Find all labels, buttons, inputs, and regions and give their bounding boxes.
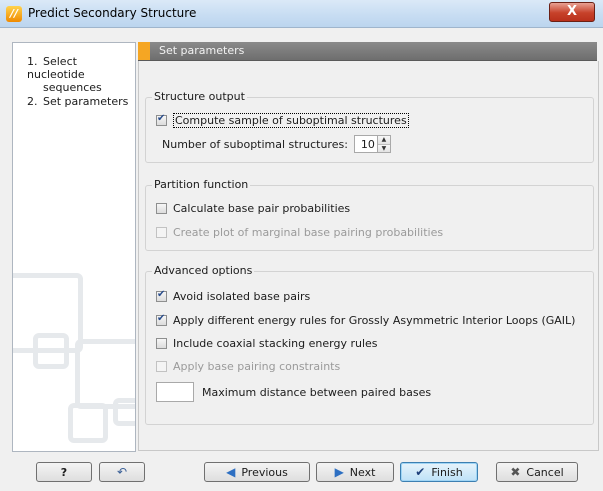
finish-button[interactable]: ✔ Finish: [400, 462, 478, 482]
structure-output-group: Structure output Compute sample of subop…: [145, 90, 594, 163]
coaxial-stacking-checkbox[interactable]: Include coaxial stacking energy rules: [156, 335, 378, 351]
checkbox-box: [156, 226, 167, 238]
group-legend: Advanced options: [152, 264, 255, 277]
reset-button[interactable]: ↶: [99, 462, 145, 482]
help-button[interactable]: ?: [36, 462, 92, 482]
compute-suboptimal-checkbox[interactable]: Compute sample of suboptimal structures: [156, 112, 409, 128]
finish-label: Finish: [431, 465, 463, 479]
window-title: Predict Secondary Structure: [28, 6, 197, 20]
wizard-steps-sidebar: 1. Select nucleotide sequences 2. Set para…: [12, 42, 136, 452]
previous-button[interactable]: ◀ Previous: [204, 462, 310, 482]
reset-arrow-icon: ↶: [116, 465, 128, 479]
group-legend: Partition function: [152, 178, 251, 191]
arrow-left-icon: ◀: [226, 465, 236, 479]
close-button[interactable]: X: [549, 2, 595, 22]
checkbox-box: [156, 360, 167, 372]
decorative-shape: [68, 403, 108, 443]
advanced-options-group: Advanced options Avoid isolated base pai…: [145, 264, 594, 425]
stepper-arrows[interactable]: ▲ ▼: [376, 136, 390, 152]
app-logo-icon: //: [6, 6, 22, 22]
decorative-shape: [33, 333, 69, 369]
field-label: Maximum distance between paired bases: [202, 385, 432, 399]
marginal-plot-checkbox: Create plot of marginal base pairing pro…: [156, 224, 443, 240]
step-select-sequences[interactable]: 1. Select nucleotide sequences: [27, 55, 135, 94]
checkbox-box[interactable]: [156, 202, 167, 214]
previous-label: Previous: [241, 465, 288, 479]
checkbox-box[interactable]: [156, 313, 167, 326]
checkbox-label: Avoid isolated base pairs: [173, 289, 311, 303]
arrow-right-icon: ▶: [334, 465, 344, 479]
decorative-shape: [113, 398, 135, 426]
panel-title: Set parameters: [159, 44, 245, 57]
checkbox-label: Include coaxial stacking energy rules: [173, 336, 378, 350]
base-pair-probabilities-checkbox[interactable]: Calculate base pair probabilities: [156, 200, 350, 216]
dialog-window: // Predict Secondary Structure X 1. Selec…: [0, 0, 603, 491]
header-accent: [138, 42, 150, 60]
base-pairing-constraints-checkbox: Apply base pairing constraints: [156, 358, 340, 374]
step-number: 1.: [27, 55, 38, 68]
checkbox-label: Calculate base pair probabilities: [173, 201, 351, 215]
cancel-x-icon: ✖: [510, 465, 521, 479]
cancel-label: Cancel: [526, 465, 564, 479]
checkbox-box[interactable]: [156, 113, 167, 126]
checkbox-box[interactable]: [156, 289, 167, 302]
suboptimal-count-stepper[interactable]: 10 ▲ ▼: [353, 135, 391, 153]
checkbox-label: Create plot of marginal base pairing pro…: [173, 225, 444, 239]
partition-function-group: Partition function Calculate base pair p…: [145, 178, 594, 251]
max-distance-row: Maximum distance between paired bases: [156, 382, 431, 402]
panel-header: Set parameters: [138, 42, 597, 61]
avoid-isolated-pairs-checkbox[interactable]: Avoid isolated base pairs: [156, 288, 310, 304]
dialog-footer: ? ↶ ◀ Previous ▶ Next ✔ Finish ✖ Cancel: [0, 452, 603, 491]
parameters-content: Structure output Compute sample of subop…: [138, 61, 599, 451]
next-label: Next: [349, 465, 376, 479]
checkbox-label: Apply base pairing constraints: [173, 359, 341, 373]
checkbox-box[interactable]: [156, 337, 167, 349]
step-label: Set parameters: [43, 95, 129, 108]
stepper-down-icon[interactable]: ▼: [377, 143, 390, 152]
cancel-button[interactable]: ✖ Cancel: [496, 462, 578, 482]
step-number: 2.: [27, 95, 38, 108]
group-legend: Structure output: [152, 90, 247, 103]
step-set-parameters[interactable]: 2. Set parameters: [27, 95, 128, 108]
checkmark-icon: ✔: [415, 465, 426, 479]
help-label: ?: [60, 465, 68, 479]
gail-rules-checkbox[interactable]: Apply different energy rules for Grossly…: [156, 312, 575, 328]
max-distance-input[interactable]: [156, 382, 194, 402]
checkbox-label: Compute sample of suboptimal structures: [173, 112, 409, 128]
checkbox-label: Apply different energy rules for Grossly…: [173, 313, 576, 327]
stepper-up-icon[interactable]: ▲: [377, 136, 390, 144]
stepper-value[interactable]: 10: [355, 138, 377, 151]
next-button[interactable]: ▶ Next: [316, 462, 394, 482]
step-label-continued: sequences: [43, 81, 102, 94]
title-bar: // Predict Secondary Structure X: [0, 0, 603, 28]
field-label: Number of suboptimal structures:: [162, 137, 348, 151]
suboptimal-count-row: Number of suboptimal structures: 10 ▲ ▼: [162, 135, 391, 153]
